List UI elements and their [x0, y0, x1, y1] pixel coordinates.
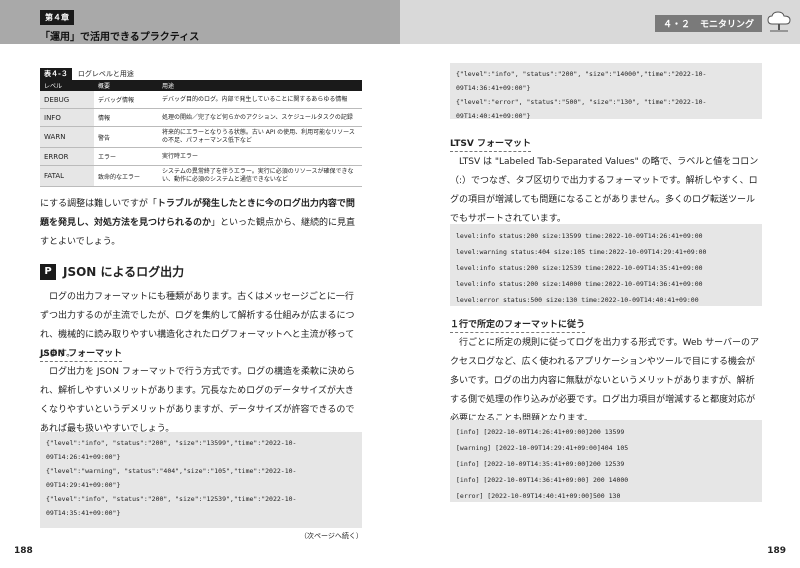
code-line: [error] [2022-10-09T14:40:41+09:00]500 1…	[456, 492, 621, 500]
table-cell-summary: エラー	[94, 147, 158, 166]
code-line: {"level":"warning", "status":"404","size…	[46, 467, 297, 475]
code-line: 09T14:26:41+09:00"}	[46, 453, 121, 461]
point-icon: P	[40, 263, 56, 280]
json-code-block-continued: {"level":"info", "status":"200", "size":…	[450, 63, 762, 120]
code-line: {"level":"error", "status":"500", "size"…	[456, 98, 707, 106]
code-line: level:info status:200 size:14000 time:20…	[456, 280, 703, 288]
table-cell-summary: 警告	[94, 126, 158, 148]
section-badge: ４・２ モニタリング	[654, 15, 762, 32]
section-heading-text: JSON によるログ出力	[63, 265, 185, 279]
intro-paragraph: にする調整は難しいですが「トラブルが発生したときに今のログ出力内容で問題を発見し…	[40, 195, 362, 252]
table-cell-level: DEBUG	[40, 91, 94, 109]
code-line: [info] [2022-10-09T14:35:41+09:00]200 12…	[456, 460, 625, 468]
code-line: 09T14:36:41+09:00"}	[456, 84, 531, 92]
code-line: {"level":"info", "status":"200", "size":…	[46, 495, 297, 503]
single-line-format-heading: １行で所定のフォーマットに従う	[450, 317, 586, 333]
table-cell-usage: 将来的にエラーとなりうる状態。古い API の使用、利用可能なリソースの不足、パ…	[158, 126, 362, 148]
log-level-table: レベル 概要 用途 DEBUG デバッグ情報 デバッグ目的のログ。内部で発生して…	[40, 80, 362, 187]
page-number: 189	[767, 546, 786, 556]
table-header-row: レベル 概要 用途	[40, 80, 362, 91]
table-cell-usage: システムの異常終了を伴うエラー。実行に必須のリソースが確保できない、動作に必須の…	[158, 165, 362, 187]
continued-note: （次ページへ続く）	[300, 532, 363, 540]
code-line: {"level":"info", "status":"200", "size":…	[46, 439, 297, 447]
code-line: level:info status:200 size:12539 time:20…	[456, 264, 703, 272]
single-line-format-paragraph: 行ごとに所定の規則に従ってログを出力する形式です。Web サーバーのアクセスログ…	[450, 338, 760, 424]
code-line: level:warning status:404 size:105 time:2…	[456, 248, 707, 256]
json-format-paragraph: ログ出力を JSON フォーマットで行う方式です。ログの構造を柔軟に決められ、解…	[40, 367, 356, 434]
chapter-title: 「運用」で活用できるプラクティス	[40, 32, 200, 43]
page-number: 188	[14, 546, 33, 556]
cloud-tree-icon	[767, 11, 791, 32]
ltsv-code-block: level:info status:200 size:13599 time:20…	[450, 224, 762, 306]
table-header-cell: 用途	[158, 80, 362, 91]
chapter-badge: 第４章	[40, 10, 74, 25]
ltsv-heading: LTSV フォーマット	[450, 136, 531, 152]
table-row: WARN 警告 将来的にエラーとなりうる状態。古い API の使用、利用可能なリ…	[40, 126, 362, 148]
code-line: {"level":"info", "status":"200", "size":…	[456, 70, 707, 78]
table-cell-level: WARN	[40, 126, 94, 148]
ltsv-paragraph: LTSV は "Labeled Tab-Separated Values" の略…	[450, 157, 759, 224]
table-cell-level: INFO	[40, 108, 94, 127]
intro-text: にする調整は難しいですが「	[40, 199, 157, 209]
table-cell-level: ERROR	[40, 147, 94, 166]
chapter-header: 第４章 「運用」で活用できるプラクティス	[0, 0, 400, 44]
left-page: 第４章 「運用」で活用できるプラクティス 表４-３ ログレベルと用途 レベル 概…	[0, 0, 400, 568]
table-cell-summary: 致命的なエラー	[94, 165, 158, 187]
table-cell-level: FATAL	[40, 165, 94, 187]
code-line: [warning] [2022-10-09T14:29:41+09:00]404…	[456, 444, 629, 452]
table-cell-summary: デバッグ情報	[94, 91, 158, 109]
section-title: モニタリング	[699, 20, 754, 30]
table-cell-usage: 実行時エラー	[158, 147, 362, 166]
table-row: FATAL 致命的なエラー システムの異常終了を伴うエラー。実行に必須のリソース…	[40, 165, 362, 187]
json-format-heading: JSON フォーマット	[40, 346, 123, 362]
code-line: 09T14:35:41+09:00"}	[46, 509, 121, 517]
table-cell-usage: デバッグ目的のログ。内部で発生していることに関するあらゆる情報	[158, 91, 362, 109]
table-row: ERROR エラー 実行時エラー	[40, 147, 362, 166]
single-line-code-block: [info] [2022-10-09T14:26:41+09:00]200 13…	[450, 420, 762, 502]
code-line: [info] [2022-10-09T14:26:41+09:00]200 13…	[456, 428, 625, 436]
table-tag: 表４-３	[40, 68, 72, 80]
json-code-block: {"level":"info", "status":"200", "size":…	[40, 432, 362, 528]
table-row: DEBUG デバッグ情報 デバッグ目的のログ。内部で発生していることに関するあら…	[40, 91, 362, 109]
book-spread: 第４章 「運用」で活用できるプラクティス 表４-３ ログレベルと用途 レベル 概…	[0, 0, 800, 568]
right-page: ４・２ モニタリング {"level":"info", "status":"20…	[400, 0, 800, 568]
table-header-cell: レベル	[40, 80, 94, 91]
table-header-cell: 概要	[94, 80, 158, 91]
code-line: 09T14:40:41+09:00"}	[456, 112, 531, 120]
code-line: level:info status:200 size:13599 time:20…	[456, 232, 703, 240]
table-cell-summary: 情報	[94, 108, 158, 127]
code-line: level:error status:500 size:130 time:202…	[456, 296, 699, 304]
table-row: INFO 情報 処理の開始／完了など何らかのアクション、スケジュールタスクの記録	[40, 108, 362, 127]
code-line: 09T14:29:41+09:00"}	[46, 481, 121, 489]
table-cell-usage: 処理の開始／完了など何らかのアクション、スケジュールタスクの記録	[158, 108, 362, 127]
section-header: ４・２ モニタリング	[400, 0, 800, 44]
table-caption-text: ログレベルと用途	[77, 70, 134, 78]
table-caption: 表４-３ ログレベルと用途	[40, 68, 134, 80]
section-number: ４・２	[662, 20, 690, 30]
code-line: [info] [2022-10-09T14:36:41+09:00] 200 1…	[456, 476, 629, 484]
section-heading: P JSON によるログ出力	[40, 263, 184, 280]
